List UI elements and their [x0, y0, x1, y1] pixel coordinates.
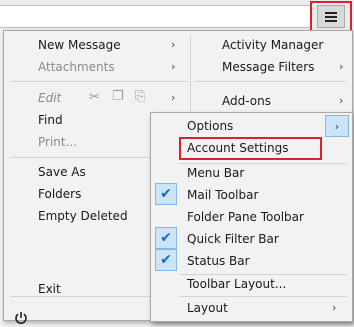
separator	[179, 296, 347, 297]
menu-item-layout[interactable]: Layout	[187, 298, 228, 318]
menu-item-toolbar-layout[interactable]: Toolbar Layout...	[187, 274, 286, 294]
preferences-submenu: Options › Account Settings Menu Bar ✔ Ma…	[150, 112, 353, 322]
chevron-right-icon: ›	[171, 38, 176, 51]
menu-item-new-message[interactable]: New Message	[38, 35, 121, 55]
menu-item-activity-manager[interactable]: Activity Manager	[222, 35, 323, 55]
checkmark-icon: ✔	[155, 227, 177, 249]
menu-item-menu-bar[interactable]: Menu Bar	[187, 163, 244, 183]
copy-icon: ❐	[112, 89, 124, 104]
menu-item-folders[interactable]: Folders	[38, 184, 81, 204]
menu-item-find[interactable]: Find	[38, 110, 63, 130]
menu-item-account-settings[interactable]: Account Settings	[187, 138, 288, 158]
toolbar	[0, 0, 354, 34]
chevron-right-icon: ›	[339, 60, 344, 73]
menu-item-exit[interactable]: Exit	[38, 279, 61, 299]
separator	[10, 81, 188, 82]
menu-item-folder-pane-toolbar[interactable]: Folder Pane Toolbar	[187, 207, 304, 227]
chevron-right-icon: ›	[171, 91, 176, 104]
menu-item-options[interactable]: Options	[187, 116, 233, 136]
separator	[194, 81, 346, 82]
address-bar[interactable]	[0, 5, 312, 28]
separator	[10, 157, 150, 158]
menu-item-print[interactable]: Print...	[38, 132, 77, 152]
column-separator	[190, 35, 191, 113]
checkmark-icon: ✔	[155, 183, 177, 205]
menu-item-empty-deleted[interactable]: Empty Deleted	[38, 206, 128, 226]
menu-item-mail-toolbar[interactable]: Mail Toolbar	[187, 185, 258, 205]
menu-item-attachments[interactable]: Attachments	[38, 57, 115, 77]
menu-item-message-filters[interactable]: Message Filters	[222, 57, 314, 77]
chevron-right-icon: ›	[339, 94, 344, 107]
menu-item-save-as[interactable]: Save As	[38, 162, 86, 182]
menu-item-status-bar[interactable]: Status Bar	[187, 251, 250, 271]
separator	[10, 296, 150, 297]
cut-icon: ✂	[89, 90, 100, 105]
chevron-right-icon[interactable]: ›	[325, 115, 349, 137]
menu-item-edit[interactable]: Edit	[38, 88, 61, 108]
power-icon	[15, 312, 27, 324]
checkmark-icon: ✔	[155, 249, 177, 271]
menu-item-quick-filter-bar[interactable]: Quick Filter Bar	[187, 229, 279, 249]
chevron-right-icon: ›	[332, 301, 337, 314]
menu-item-add-ons[interactable]: Add-ons	[222, 91, 271, 111]
hamburger-icon	[325, 11, 337, 22]
paste-icon: ⎘	[135, 89, 146, 104]
chevron-right-icon: ›	[171, 60, 176, 73]
app-menu-button[interactable]	[317, 5, 345, 28]
